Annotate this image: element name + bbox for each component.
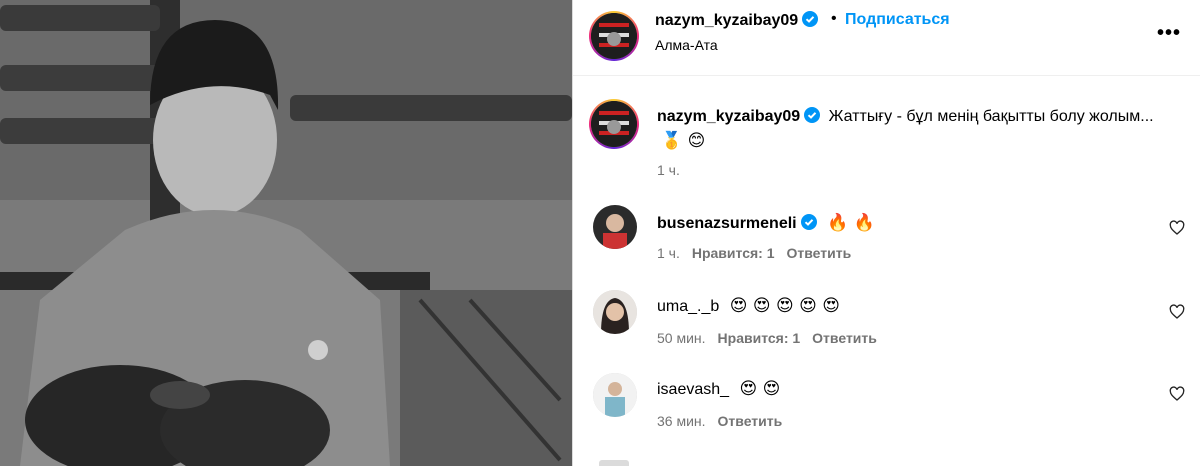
verified-badge-icon <box>800 214 817 230</box>
follow-button[interactable]: Подписаться <box>845 11 950 29</box>
comment-time[interactable]: 36 мин. <box>657 413 706 429</box>
reply-button[interactable]: Ответить <box>787 245 852 261</box>
caption-time[interactable]: 1 ч. <box>657 162 680 178</box>
comment-likes[interactable]: Нравится: 1 <box>718 330 801 346</box>
commenter-avatar[interactable] <box>593 373 637 417</box>
verified-badge-icon <box>802 11 819 27</box>
author-line: nazym_kyzaibay09 <box>655 11 819 30</box>
post-details-panel: nazym_kyzaibay09 • Подписаться Алма-Ата … <box>572 0 1200 466</box>
caption-username[interactable]: nazym_kyzaibay09 <box>657 108 800 125</box>
reply-button[interactable]: Ответить <box>812 330 877 346</box>
more-options-icon[interactable]: ••• <box>1157 22 1181 45</box>
reply-button[interactable]: Ответить <box>718 413 783 429</box>
post-photo[interactable] <box>0 0 572 466</box>
heart-outline-icon[interactable] <box>1169 304 1185 320</box>
comment-username[interactable]: isaevash_ <box>657 381 729 398</box>
caption-meta: 1 ч. <box>657 162 692 178</box>
commenter-avatar[interactable] <box>593 205 637 249</box>
separator-dot: • <box>831 10 837 27</box>
heart-outline-icon[interactable] <box>1169 220 1185 236</box>
caption-avatar[interactable] <box>589 99 639 149</box>
comment-text: 😍 😍 <box>739 379 781 399</box>
comment-meta: 1 ч. Нравится: 1 Ответить <box>657 245 863 261</box>
comment-username[interactable]: uma_._b <box>657 298 719 315</box>
comment-username[interactable]: busenazsurmeneli <box>657 215 797 232</box>
author-username[interactable]: nazym_kyzaibay09 <box>655 12 798 29</box>
comment-text: 🔥 🔥 <box>827 213 875 233</box>
comment-time[interactable]: 50 мин. <box>657 330 706 346</box>
caption-emoji: 🥇 😊 <box>661 131 706 151</box>
comment-time[interactable]: 1 ч. <box>657 245 680 261</box>
next-comment-avatar-partial <box>599 460 629 466</box>
author-avatar[interactable] <box>589 11 639 61</box>
caption-text: Жаттығу - бұл менің бақытты болу жолым..… <box>828 108 1154 125</box>
caption-line: nazym_kyzaibay09 Жаттығу - бұл менің бақ… <box>657 107 1187 126</box>
post-location[interactable]: Алма-Ата <box>655 37 718 53</box>
verified-badge-icon <box>804 107 821 123</box>
heart-outline-icon[interactable] <box>1169 386 1185 402</box>
commenter-avatar[interactable] <box>593 290 637 334</box>
post-header: nazym_kyzaibay09 • Подписаться Алма-Ата … <box>573 0 1200 76</box>
comment-text: 😍 😍 😍 😍 😍 <box>729 296 840 316</box>
comment-likes[interactable]: Нравится: 1 <box>692 245 775 261</box>
comment-meta: 50 мин. Нравится: 1 Ответить <box>657 330 889 346</box>
comment-meta: 36 мин. Ответить <box>657 413 794 429</box>
